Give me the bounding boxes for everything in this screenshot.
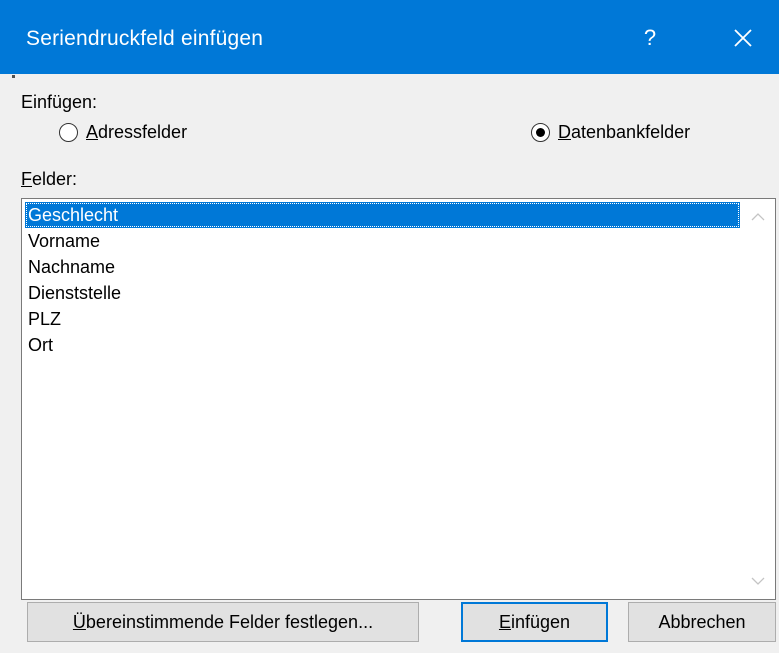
insert-button-label: Einfügen [498, 611, 571, 632]
list-item[interactable]: Geschlecht [25, 202, 740, 228]
match-fields-button-label: Übereinstimmende Felder festlegen... [72, 611, 374, 632]
vertical-scrollbar[interactable] [741, 199, 775, 599]
help-label: ? [643, 25, 657, 50]
cancel-button[interactable]: Abbrechen [628, 602, 776, 642]
scroll-down-button[interactable] [749, 572, 767, 590]
list-item[interactable]: Nachname [25, 254, 740, 280]
radio-address-fields[interactable]: Adressfelder [59, 122, 187, 143]
radio-address-fields-label: Adressfelder [86, 122, 188, 142]
title-bar: Seriendruckfeld einfügen ? [0, 0, 779, 74]
insert-button[interactable]: Einfügen [461, 602, 608, 642]
fields-label: Felder: [21, 169, 78, 189]
chevron-up-icon [751, 213, 765, 221]
close-button[interactable] [715, 10, 771, 66]
radio-database-fields-label: Datenbankfelder [558, 122, 691, 142]
radio-database-fields[interactable]: Datenbankfelder [531, 122, 690, 143]
insert-group-label: Einfügen: [21, 92, 98, 112]
radio-database-fields-circle[interactable] [531, 123, 550, 142]
cancel-button-label: Abbrechen [658, 611, 746, 632]
dialog-title: Seriendruckfeld einfügen [26, 27, 264, 50]
scroll-up-button[interactable] [749, 208, 767, 226]
chevron-down-icon [751, 577, 765, 585]
fields-listbox[interactable]: Geschlecht Vorname Nachname Dienststelle… [21, 198, 776, 600]
radio-address-fields-circle[interactable] [59, 123, 78, 142]
list-item[interactable]: Dienststelle [25, 280, 740, 306]
dialog-body: Einfügen: Adressfelder Datenbankfelder F… [0, 74, 779, 653]
focus-mark [12, 75, 15, 78]
match-fields-button[interactable]: Übereinstimmende Felder festlegen... [27, 602, 419, 642]
close-icon [734, 29, 752, 47]
help-button[interactable]: ? [626, 10, 674, 66]
list-item[interactable]: Ort [25, 332, 740, 358]
list-item[interactable]: Vorname [25, 228, 740, 254]
list-item[interactable]: PLZ [25, 306, 740, 332]
